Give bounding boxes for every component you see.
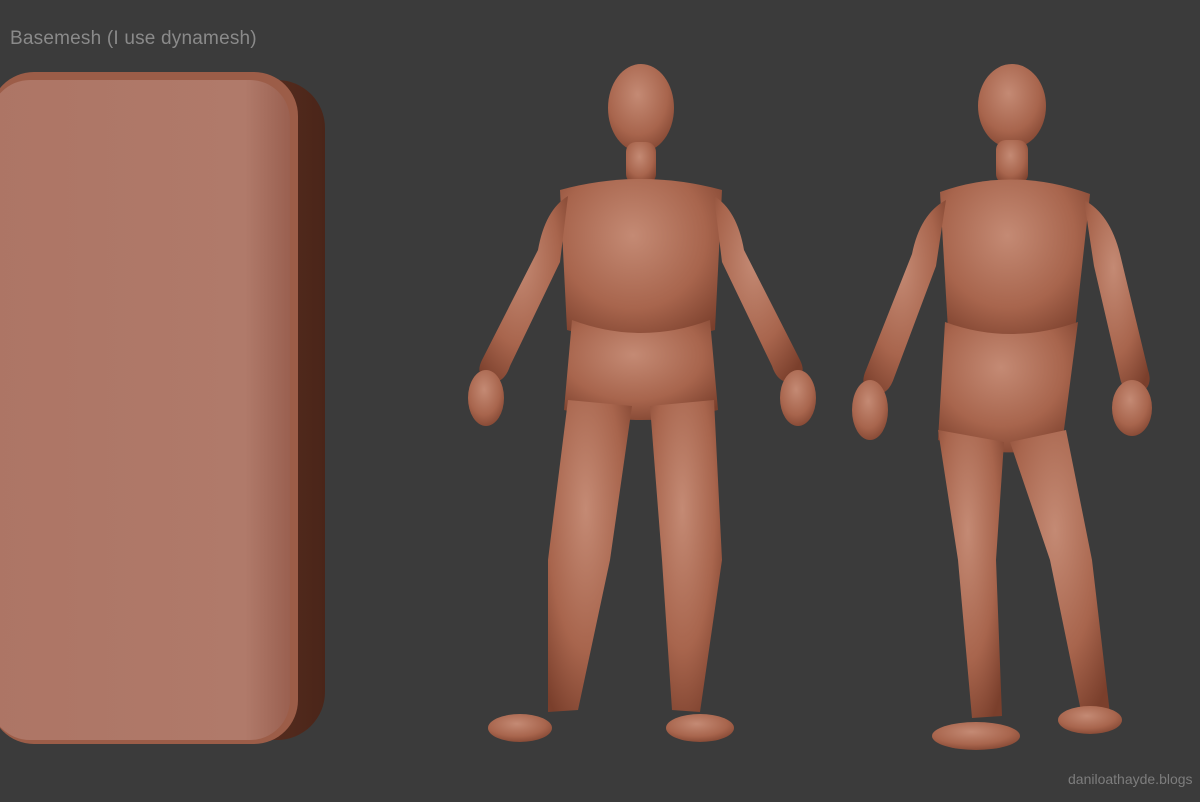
- render-scene: [0, 64, 1152, 750]
- basemesh-block: [0, 72, 325, 744]
- watermark: daniloathayde.blogs: [1068, 771, 1193, 787]
- mannequin-back: [852, 64, 1152, 750]
- mannequin-front: [468, 64, 816, 742]
